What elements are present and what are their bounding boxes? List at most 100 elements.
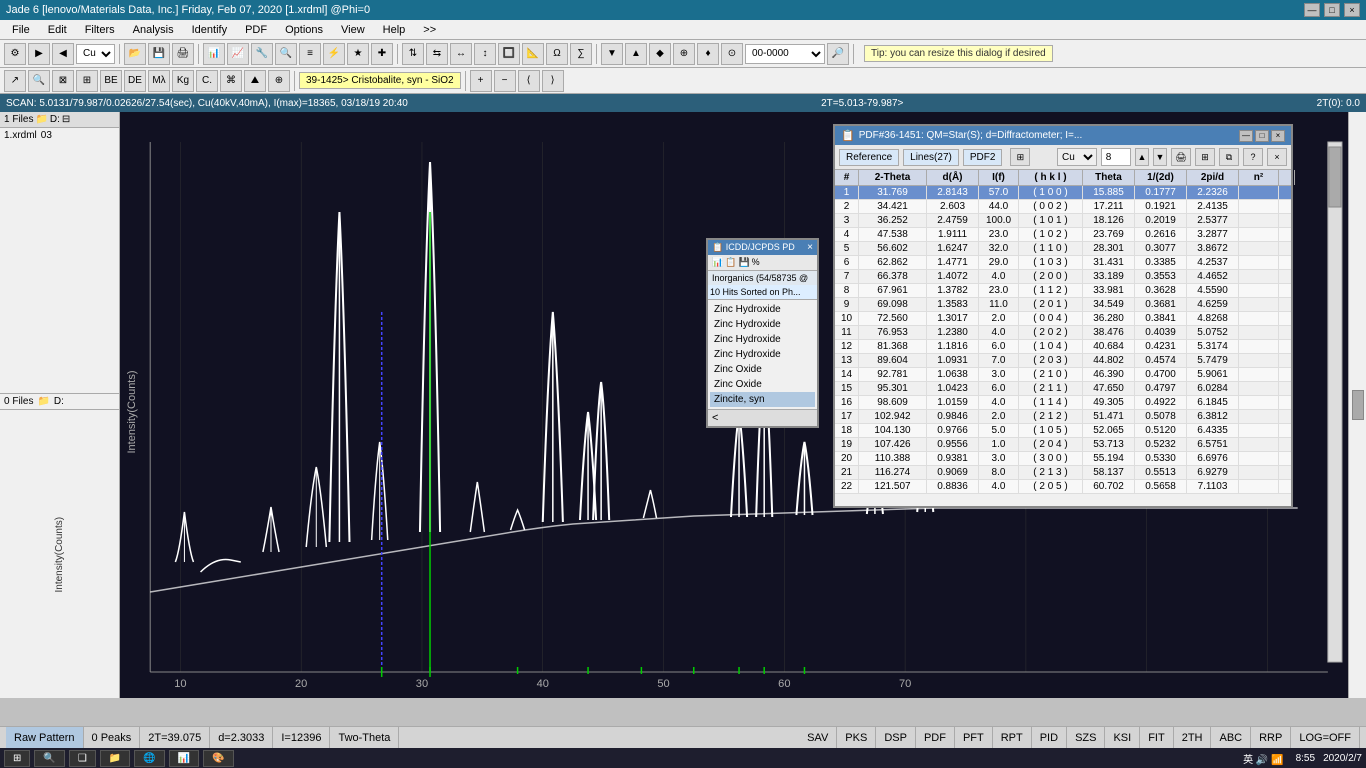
scroll-thumb[interactable] (1352, 390, 1364, 420)
tb2-nav-1[interactable]: ⟨ (518, 70, 540, 92)
pdf-list-item-5[interactable]: Zinc Oxide (710, 377, 815, 392)
status-fit[interactable]: FIT (1140, 727, 1174, 748)
pdf-row-14[interactable]: 1492.7811.06383.0( 2 1 0 )46.3900.47005.… (835, 368, 1291, 382)
pdf-copy-btn[interactable]: ⧉ (1219, 148, 1239, 166)
tb-btn-2[interactable]: ▶ (28, 43, 50, 65)
pdf-row-1[interactable]: 131.7692.814357.0( 1 0 0 )15.8850.17772.… (835, 186, 1291, 200)
col-n2[interactable]: n² (1239, 170, 1279, 185)
tb-btn-28[interactable]: ⊙ (721, 43, 743, 65)
pdf-row-11[interactable]: 1176.9531.23804.0( 2 0 2 )38.4760.40395.… (835, 326, 1291, 340)
pdf-list-item-6[interactable]: Zincite, syn (710, 392, 815, 407)
tb-btn-10[interactable]: 🔍 (275, 43, 297, 65)
tb-btn-14[interactable]: ✚ (371, 43, 393, 65)
status-pks[interactable]: PKS (837, 727, 876, 748)
tb-btn-29[interactable]: 🔎 (827, 43, 849, 65)
col-inv2d[interactable]: 1/(2d) (1135, 170, 1187, 185)
col-theta[interactable]: Theta (1083, 170, 1135, 185)
tb-btn-1[interactable]: ⚙ (4, 43, 26, 65)
pdf-help-btn[interactable]: ? (1243, 148, 1263, 166)
pdf-popup-close[interactable]: × (807, 242, 813, 253)
tab-reference[interactable]: Reference (839, 149, 899, 166)
tb-btn-11[interactable]: ≡ (299, 43, 321, 65)
tb-btn-22[interactable]: ∑ (570, 43, 592, 65)
pdf-down-btn[interactable]: ▼ (1153, 148, 1167, 166)
tb-btn-26[interactable]: ⊕ (673, 43, 695, 65)
tb-btn-7[interactable]: 📊 (203, 43, 225, 65)
tb2-btn-unzoom[interactable]: − (494, 70, 516, 92)
tb2-btn-3[interactable]: ⊠ (52, 70, 74, 92)
pdf-row-16[interactable]: 1698.6091.01594.0( 1 1 4 )49.3050.49226.… (835, 396, 1291, 410)
tb2-btn-8[interactable]: Kg (172, 70, 194, 92)
pdf-row-9[interactable]: 969.0981.358311.0( 2 0 1 )34.5490.36814.… (835, 298, 1291, 312)
pdf-popup-header[interactable]: 📋 ICDD/JCPDS PD × (708, 240, 817, 255)
status-log[interactable]: LOG=OFF (1291, 727, 1360, 748)
pdf-row-19[interactable]: 19107.4260.95561.0( 2 0 4 )53.7130.52326… (835, 438, 1291, 452)
maximize-btn[interactable]: □ (1324, 3, 1340, 17)
pdf-cancel-btn[interactable]: × (1267, 148, 1287, 166)
tb-btn-16[interactable]: ⇆ (426, 43, 448, 65)
pdf-row-20[interactable]: 20110.3880.93813.0( 3 0 0 )55.1940.53306… (835, 452, 1291, 466)
pdf-row-18[interactable]: 18104.1300.97665.0( 1 0 5 )52.0650.51206… (835, 424, 1291, 438)
pdf-row-3[interactable]: 336.2522.4759100.0( 1 0 1 )18.1260.20192… (835, 214, 1291, 228)
tb2-btn-zoom[interactable]: + (470, 70, 492, 92)
status-peaks[interactable]: 0 Peaks (84, 727, 141, 748)
files-toggle[interactable]: ⊟ (62, 114, 70, 125)
pdf-row-8[interactable]: 867.9611.378223.0( 1 1 2 )33.9810.36284.… (835, 284, 1291, 298)
pdf-dialog-title-bar[interactable]: 📋 PDF#36-1451: QM=Star(S); d=Diffractome… (835, 126, 1291, 145)
menu-view[interactable]: View (333, 22, 373, 38)
tb-btn-19[interactable]: 🔲 (498, 43, 520, 65)
pdf-minimize[interactable]: — (1239, 130, 1253, 142)
pdf-row-21[interactable]: 21116.2740.90698.0( 2 1 3 )58.1370.55136… (835, 466, 1291, 480)
pdf-list-item-1[interactable]: Zinc Hydroxide (710, 317, 815, 332)
start-button[interactable]: ⊞ (4, 750, 30, 767)
pdf-row-10[interactable]: 1072.5601.30172.0( 0 0 4 )36.2800.38414.… (835, 312, 1291, 326)
pdf-row-17[interactable]: 17102.9420.98462.0( 2 1 2 )51.4710.50786… (835, 410, 1291, 424)
pdf-row-5[interactable]: 556.6021.624732.0( 1 1 0 )28.3010.30773.… (835, 242, 1291, 256)
tb2-btn-2[interactable]: 🔍 (28, 70, 50, 92)
tb2-btn-1[interactable]: ↗ (4, 70, 26, 92)
close-btn[interactable]: × (1344, 3, 1360, 17)
tb-btn-12[interactable]: ⚡ (323, 43, 345, 65)
pdf-grid-btn[interactable]: ⊞ (1195, 148, 1215, 166)
pdf-row-22[interactable]: 22121.5070.88364.0( 2 0 5 )60.7020.56587… (835, 480, 1291, 494)
pdf-popup-arrow[interactable]: < (708, 409, 817, 426)
status-rpt[interactable]: RPT (993, 727, 1032, 748)
tb2-btn-10[interactable]: ⌘ (220, 70, 242, 92)
tab-lines[interactable]: Lines(27) (903, 149, 959, 166)
pdf-row-13[interactable]: 1389.6041.09317.0( 2 0 3 )44.8020.45745.… (835, 354, 1291, 368)
pdf-row-7[interactable]: 766.3781.40724.0( 2 0 0 )33.1890.35534.4… (835, 270, 1291, 284)
tb2-btn-11[interactable]: ⛰ (244, 70, 266, 92)
tb2-btn-6[interactable]: DE (124, 70, 146, 92)
pdf-number-input[interactable] (1101, 148, 1131, 166)
status-dsp[interactable]: DSP (876, 727, 916, 748)
pdf-print-btn[interactable]: 🖨 (1171, 148, 1191, 166)
tb-btn-9[interactable]: 🔧 (251, 43, 273, 65)
tb2-btn-5[interactable]: BE (100, 70, 122, 92)
tb-btn-6[interactable]: 🖨 (172, 43, 194, 65)
file-explorer-btn[interactable]: 📁 (100, 750, 130, 767)
tb-btn-20[interactable]: 📐 (522, 43, 544, 65)
col-I[interactable]: I(f) (979, 170, 1019, 185)
pdf-row-6[interactable]: 662.8621.477129.0( 1 0 3 )31.4310.33854.… (835, 256, 1291, 270)
tb-btn-5[interactable]: 💾 (148, 43, 170, 65)
pdf-up-btn[interactable]: ▲ (1135, 148, 1149, 166)
status-szs[interactable]: SZS (1067, 727, 1105, 748)
file-item-1[interactable]: 1.xrdml 03 (0, 128, 119, 143)
task-view-button[interactable]: ❑ (69, 750, 96, 767)
pdf-list-item-0[interactable]: Zinc Hydroxide (710, 302, 815, 317)
status-rrp[interactable]: RRP (1251, 727, 1291, 748)
pdf-sort-label[interactable]: 10 Hits Sorted on Ph... (708, 285, 817, 300)
status-pid[interactable]: PID (1032, 727, 1067, 748)
pdf-list-item-2[interactable]: Zinc Hydroxide (710, 332, 815, 347)
menu-filters[interactable]: Filters (77, 22, 123, 38)
tb-btn-27[interactable]: ♦ (697, 43, 719, 65)
col-2pid[interactable]: 2pi/d (1187, 170, 1239, 185)
status-sav[interactable]: SAV (799, 727, 837, 748)
tb-btn-18[interactable]: ↕ (474, 43, 496, 65)
status-ksi[interactable]: KSI (1105, 727, 1140, 748)
col-hkl[interactable]: ( h k l ) (1019, 170, 1083, 185)
menu-analysis[interactable]: Analysis (125, 22, 182, 38)
tb-btn-23[interactable]: ▼ (601, 43, 623, 65)
tb2-btn-12[interactable]: ⊕ (268, 70, 290, 92)
tb-btn-15[interactable]: ⇅ (402, 43, 424, 65)
